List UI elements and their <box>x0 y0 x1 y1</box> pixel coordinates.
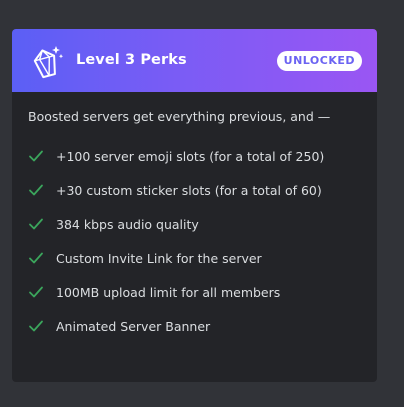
checkmark-icon <box>29 184 43 196</box>
perk-label: Animated Server Banner <box>56 318 211 334</box>
card-title: Level 3 Perks <box>76 52 187 68</box>
perk-label: 384 kbps audio quality <box>56 216 199 232</box>
checkmark-icon <box>29 252 43 264</box>
checkmark-icon <box>29 150 43 162</box>
card-body: Boosted servers get everything previous,… <box>12 108 377 343</box>
perk-item: 384 kbps audio quality <box>28 207 361 241</box>
checkmark-icon <box>29 286 43 298</box>
perk-item: +100 server emoji slots (for a total of … <box>28 139 361 173</box>
perk-item: Custom Invite Link for the server <box>28 241 361 275</box>
checkmark-icon <box>29 320 43 332</box>
perk-label: +100 server emoji slots (for a total of … <box>56 148 325 164</box>
gem-icon <box>33 46 64 79</box>
perk-item: Animated Server Banner <box>28 309 361 343</box>
perk-item: +30 custom sticker slots (for a total of… <box>28 173 361 207</box>
checkmark-icon <box>29 218 43 230</box>
perks-intro: Boosted servers get everything previous,… <box>28 109 331 124</box>
status-badge: UNLOCKED <box>276 51 362 71</box>
perk-list: +100 server emoji slots (for a total of … <box>28 139 361 343</box>
card-header: Level 3 Perks UNLOCKED <box>12 29 377 92</box>
perk-item: 100MB upload limit for all members <box>28 275 361 309</box>
perk-label: +30 custom sticker slots (for a total of… <box>56 182 322 198</box>
level-perks-card: Level 3 Perks UNLOCKED Boosted servers g… <box>12 29 377 382</box>
perk-label: Custom Invite Link for the server <box>56 250 262 266</box>
perk-label: 100MB upload limit for all members <box>56 284 281 300</box>
